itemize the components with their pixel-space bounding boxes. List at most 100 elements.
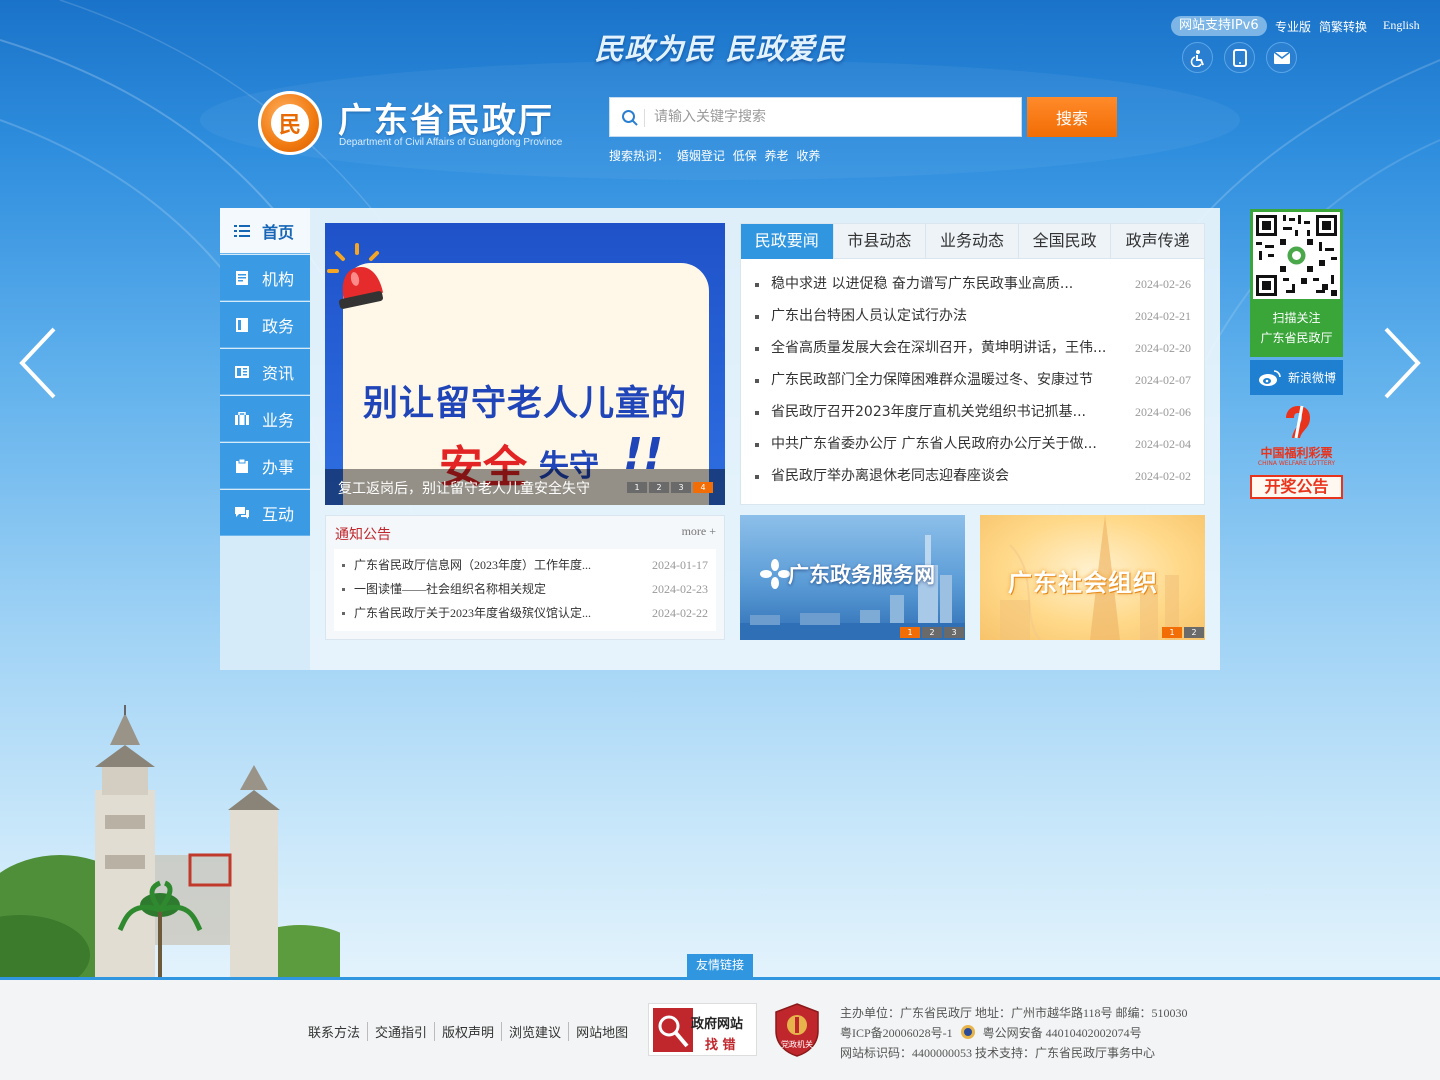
- nav-item-news[interactable]: 资讯: [220, 349, 310, 395]
- notice-item-title: 广东省民政厅关于2023年度省级殡仪馆认定...: [354, 606, 592, 620]
- search-input[interactable]: [654, 98, 1014, 136]
- tab-policy-voice[interactable]: 政声传递: [1111, 224, 1204, 259]
- notice-more-link[interactable]: more +: [682, 524, 716, 539]
- landmark-gate-illustration: [0, 705, 340, 980]
- magnifier-badge-icon: [653, 1008, 693, 1052]
- nav-item-label: 政务: [262, 316, 295, 336]
- notice-item-title: 广东省民政厅信息网（2023年度）工作年度...: [354, 558, 592, 572]
- welfare-lottery-link[interactable]: 中国福利彩票 CHINA WELFARE LOTTERY 开奖公告: [1250, 402, 1343, 500]
- tab-business-updates[interactable]: 业务动态: [926, 224, 1019, 259]
- social-org-label: 广东社会组织: [1008, 569, 1158, 597]
- tab-city-county-updates[interactable]: 市县动态: [834, 224, 927, 259]
- banner-pagination: 1 2 3 4: [627, 482, 713, 493]
- search-button[interactable]: 搜索: [1027, 97, 1117, 137]
- promo-page-dot-active[interactable]: 1: [1162, 627, 1182, 638]
- news-date: 2024-02-02: [1135, 469, 1191, 483]
- site-subtitle: Department of Civil Affairs of Guangdong…: [339, 137, 563, 148]
- footer-link-browse-advice[interactable]: 浏览建议: [502, 1022, 570, 1041]
- hot-word[interactable]: 低保: [733, 149, 757, 163]
- promo-page-dot[interactable]: 2: [1184, 627, 1204, 638]
- news-item[interactable]: 省民政厅举办离退休老同志迎春座谈会 2024-02-02: [755, 464, 1191, 496]
- clipboard-icon: [234, 458, 250, 474]
- news-date: 2024-02-04: [1135, 437, 1191, 451]
- news-item[interactable]: 省民政厅召开2023年度厅直机关党组织书记抓基... 2024-02-06: [755, 400, 1191, 432]
- chevron-right-icon[interactable]: [1382, 325, 1422, 401]
- promo-page-dot-active[interactable]: 1: [900, 627, 920, 638]
- public-security-number[interactable]: 粤公网安备 44010402002074号: [983, 1026, 1142, 1040]
- gov-service-banner[interactable]: 广东政务服务网 1 2 3: [740, 515, 965, 640]
- professional-version-link[interactable]: 专业版: [1275, 18, 1311, 35]
- accessibility-icon[interactable]: [1182, 42, 1213, 73]
- english-link[interactable]: English: [1383, 18, 1420, 33]
- news-title: 全省高质量发展大会在深圳召开，黄坤明讲话，王伟...: [771, 340, 1107, 356]
- ipv6-badge[interactable]: 网站支持IPv6: [1171, 16, 1267, 36]
- site-title[interactable]: 广东省民政厅: [338, 93, 554, 142]
- news-item[interactable]: 中共广东省委办公厅 广东省人民政府办公厅关于做... 2024-02-04: [755, 432, 1191, 464]
- lottery-name: 中国福利彩票: [1260, 446, 1333, 460]
- nav-item-services[interactable]: 办事: [220, 443, 310, 489]
- emblem-logo-inner: 民: [271, 104, 309, 142]
- nav-item-institutions[interactable]: 机构: [220, 255, 310, 301]
- news-title: 广东出台特困人员认定试行办法: [771, 308, 967, 324]
- notice-item-date: 2024-02-23: [652, 582, 708, 596]
- tab-civil-affairs-news[interactable]: 民政要闻: [741, 224, 834, 259]
- tab-national-civil-affairs[interactable]: 全国民政: [1019, 224, 1112, 259]
- nav-item-interaction[interactable]: 互动: [220, 490, 310, 536]
- friend-links-tab[interactable]: 友情链接: [687, 954, 753, 977]
- footer-link-contact[interactable]: 联系方法: [308, 1022, 369, 1041]
- footer-link-copyright[interactable]: 版权声明: [435, 1022, 503, 1041]
- nav-item-government-affairs[interactable]: 政务: [220, 302, 310, 348]
- lottery-notice-button[interactable]: 开奖公告: [1250, 475, 1343, 499]
- banner-page-dot[interactable]: 1: [627, 482, 647, 493]
- chevron-left-icon[interactable]: [18, 325, 58, 401]
- footer-info-icp: 粤ICP备20006028号-1 粤公网安备 44010402002074号: [840, 1023, 1188, 1043]
- wechat-qr-card[interactable]: 扫描关注 广东省民政厅: [1250, 209, 1343, 357]
- party-gov-badge[interactable]: 党政机关: [774, 1003, 820, 1057]
- featured-banner[interactable]: 别让留守老人儿童的 安全 失守 !! 复工返岗后，别让留守老人儿童安全失守 1 …: [325, 223, 725, 505]
- mail-icon[interactable]: [1266, 42, 1297, 73]
- mobile-icon[interactable]: [1224, 42, 1255, 73]
- gov-service-pagination: 1 2 3: [900, 627, 964, 638]
- qr-code-image: [1253, 212, 1340, 299]
- gov-service-logo-icon: [760, 559, 790, 589]
- gov-service-label: 广东政务服务网: [788, 563, 935, 587]
- promo-page-dot[interactable]: 2: [922, 627, 942, 638]
- footer-links: 联系方法 交通指引 版权声明 浏览建议 网站地图: [308, 1022, 635, 1041]
- traditional-chinese-link[interactable]: 简繁转换: [1319, 18, 1367, 35]
- briefcase-icon: [234, 411, 250, 427]
- promo-page-dot[interactable]: 3: [944, 627, 964, 638]
- gov-badge-line2: 找 错: [705, 1038, 736, 1053]
- nav-item-home[interactable]: 首页: [220, 208, 310, 254]
- hot-word[interactable]: 养老: [765, 149, 789, 163]
- footer-link-directions[interactable]: 交通指引: [368, 1022, 436, 1041]
- weibo-link[interactable]: 新浪微博: [1250, 360, 1343, 395]
- news-item[interactable]: 稳中求进 以进促稳 奋力谱写广东民政事业高质... 2024-02-26: [755, 272, 1191, 304]
- news-list: 稳中求进 以进促稳 奋力谱写广东民政事业高质... 2024-02-26 广东出台…: [755, 272, 1191, 496]
- emblem-logo[interactable]: 民: [258, 91, 322, 155]
- notice-item[interactable]: 一图读懂——社会组织名称相关规定 2024-02-23: [334, 577, 716, 601]
- news-item[interactable]: 广东出台特困人员认定试行办法 2024-02-21: [755, 304, 1191, 336]
- lottery-english: CHINA WELFARE LOTTERY: [1257, 460, 1336, 467]
- banner-caption[interactable]: 复工返岗后，别让留守老人儿童安全失守: [338, 478, 590, 498]
- banner-page-dot-active[interactable]: 4: [693, 482, 713, 493]
- banner-page-dot[interactable]: 3: [671, 482, 691, 493]
- banner-page-dot[interactable]: 2: [649, 482, 669, 493]
- icp-number[interactable]: 粤ICP备20006028号-1: [840, 1026, 953, 1040]
- social-org-banner[interactable]: 广东社会组织 1 2: [980, 515, 1205, 640]
- notice-item[interactable]: 广东省民政厅信息网（2023年度）工作年度... 2024-01-17: [334, 553, 716, 577]
- notice-item[interactable]: 广东省民政厅关于2023年度省级殡仪馆认定... 2024-02-22: [334, 601, 716, 625]
- nav-item-business[interactable]: 业务: [220, 396, 310, 442]
- chat-icon: [234, 505, 250, 521]
- search-icon: [622, 110, 638, 126]
- gov-site-error-report-badge[interactable]: 政府网站 找 错: [648, 1003, 757, 1056]
- news-item[interactable]: 全省高质量发展大会在深圳召开，黄坤明讲话，王伟... 2024-02-20: [755, 336, 1191, 368]
- news-date: 2024-02-07: [1135, 373, 1191, 387]
- hot-word[interactable]: 婚姻登记: [677, 149, 725, 163]
- notice-title[interactable]: 通知公告: [335, 524, 391, 544]
- footer-info: 主办单位：广东省民政厅 地址：广州市越华路118号 邮编：510030 粤ICP…: [840, 1003, 1188, 1063]
- hot-word[interactable]: 收养: [796, 149, 820, 163]
- news-date: 2024-02-06: [1135, 405, 1191, 419]
- footer-link-sitemap[interactable]: 网站地图: [569, 1022, 635, 1041]
- news-item[interactable]: 广东民政部门全力保障困难群众温暖过冬、安康过节 2024-02-07: [755, 368, 1191, 400]
- news-box: 民政要闻 市县动态 业务动态 全国民政 政声传递 稳中求进 以进促稳 奋力谱写广…: [740, 223, 1205, 505]
